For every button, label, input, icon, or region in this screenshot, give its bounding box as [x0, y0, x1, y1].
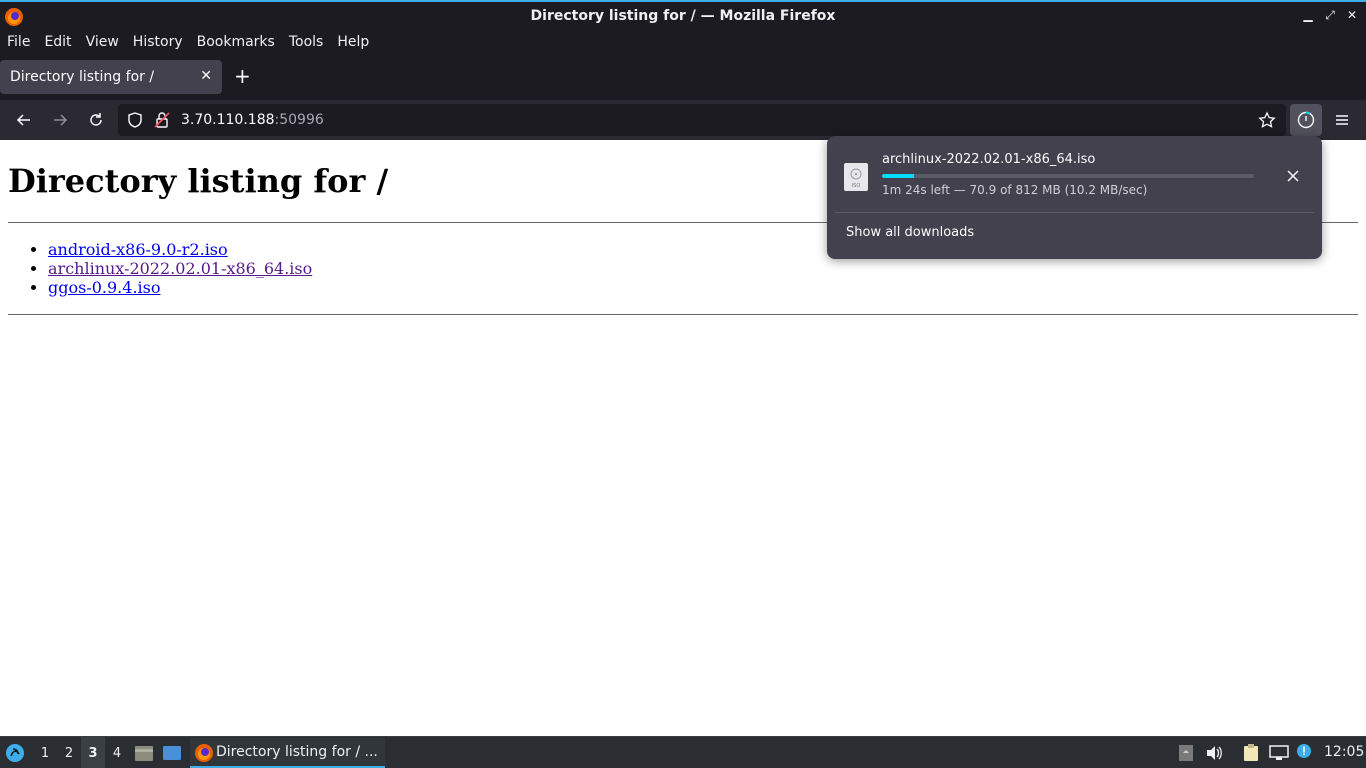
new-tab-icon[interactable]: + [234, 66, 251, 86]
file-manager-icon[interactable] [134, 743, 154, 763]
tab-close-icon[interactable]: ✕ [200, 68, 212, 84]
bookmark-star-icon[interactable] [1258, 111, 1276, 133]
tab-label: Directory listing for / [10, 69, 155, 85]
url-bar[interactable]: 3.70.110.188:50996 [118, 104, 1286, 136]
tab-strip: Directory listing for / ✕ + [0, 54, 1366, 100]
hamburger-menu-icon[interactable] [1330, 108, 1354, 132]
removable-device-icon[interactable] [1176, 743, 1196, 763]
reload-icon[interactable] [84, 108, 108, 132]
firefox-icon [195, 744, 213, 762]
network-icon[interactable] [1269, 743, 1289, 763]
download-file-name: archlinux-2022.02.01-x86_64.iso [882, 152, 1096, 167]
window-controls: ▁ ⤢ ✕ [1302, 8, 1358, 23]
window-titlebar: Directory listing for / — Mozilla Firefo… [0, 0, 1366, 30]
clipboard-icon[interactable] [1241, 743, 1261, 763]
workspace-4[interactable]: 4 [105, 737, 129, 768]
divider-bottom [8, 314, 1358, 315]
clock: 12:05 [1324, 744, 1365, 760]
file-list: android-x86-9.0-r2.iso archlinux-2022.02… [48, 240, 312, 297]
list-item: archlinux-2022.02.01-x86_64.iso [48, 259, 312, 278]
workspace-3[interactable]: 3 [81, 737, 105, 768]
close-icon [1287, 170, 1299, 182]
notifications-icon[interactable] [1294, 741, 1314, 761]
insecure-lock-icon[interactable] [153, 111, 171, 133]
list-item: android-x86-9.0-r2.iso [48, 240, 312, 259]
downloads-progress-icon [1297, 111, 1315, 129]
menu-history[interactable]: History [133, 34, 183, 50]
link-android-iso[interactable]: android-x86-9.0-r2.iso [48, 240, 228, 259]
firefox-icon [5, 8, 23, 26]
forward-icon[interactable] [48, 108, 72, 132]
back-icon[interactable] [12, 108, 36, 132]
menu-view[interactable]: View [86, 34, 119, 50]
show-all-downloads-button[interactable]: Show all downloads [846, 225, 974, 240]
iso-file-icon: ISO [844, 163, 868, 191]
menu-bookmarks[interactable]: Bookmarks [197, 34, 275, 50]
cancel-download-button[interactable] [1283, 166, 1303, 186]
list-item: ggos-0.9.4.iso [48, 278, 312, 297]
taskbar: 1 2 3 4 Directory listing for / ... 12:0… [0, 736, 1366, 768]
taskbar-task-label: Directory listing for / ... [216, 744, 378, 760]
downloads-divider [835, 212, 1314, 213]
workspace-2[interactable]: 2 [57, 737, 81, 768]
download-status: 1m 24s left — 70.9 of 812 MB (10.2 MB/se… [882, 183, 1148, 197]
url-host: 3.70.110.188 [181, 112, 275, 128]
navigation-bar: 3.70.110.188:50996 [0, 100, 1366, 140]
link-archlinux-iso[interactable]: archlinux-2022.02.01-x86_64.iso [48, 259, 312, 278]
volume-icon[interactable] [1204, 743, 1224, 763]
maximize-icon[interactable]: ⤢ [1324, 8, 1336, 23]
menu-edit[interactable]: Edit [44, 34, 71, 50]
app-launcher-icon[interactable] [5, 743, 25, 763]
link-ggos-iso[interactable]: ggos-0.9.4.iso [48, 278, 161, 297]
downloads-panel: ISO archlinux-2022.02.01-x86_64.iso 1m 2… [827, 136, 1322, 259]
menu-bar: File Edit View History Bookmarks Tools H… [0, 30, 1366, 54]
download-progress-fill [882, 174, 915, 178]
menu-help[interactable]: Help [337, 34, 369, 50]
page-heading: Directory listing for / [8, 162, 389, 200]
downloads-button[interactable] [1290, 104, 1322, 136]
minimize-icon[interactable]: ▁ [1302, 8, 1314, 23]
url-port: :50996 [274, 112, 324, 128]
download-progress-bar [882, 174, 1254, 178]
window-title: Directory listing for / — Mozilla Firefo… [530, 8, 836, 24]
tab-directory-listing[interactable]: Directory listing for / ✕ [0, 60, 222, 94]
show-desktop-icon[interactable] [162, 743, 182, 763]
menu-tools[interactable]: Tools [289, 34, 324, 50]
tracking-protection-icon[interactable] [126, 111, 144, 133]
taskbar-task-firefox[interactable]: Directory listing for / ... [190, 738, 385, 768]
menu-file[interactable]: File [7, 34, 30, 50]
close-icon[interactable]: ✕ [1346, 8, 1358, 23]
workspace-1[interactable]: 1 [33, 737, 57, 768]
iso-file-icon-label: ISO [852, 183, 861, 189]
